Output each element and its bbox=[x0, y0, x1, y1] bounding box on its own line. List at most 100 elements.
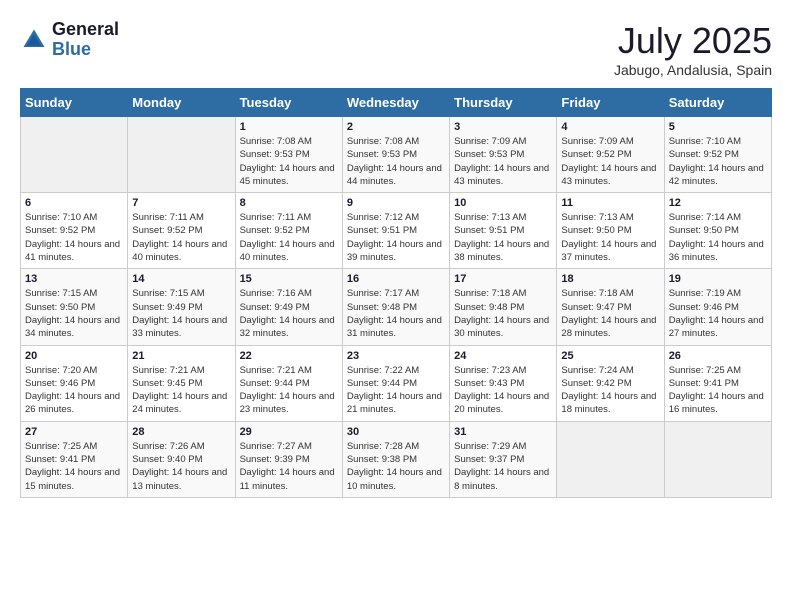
weekday-header-wednesday: Wednesday bbox=[342, 89, 449, 117]
weekday-header-friday: Friday bbox=[557, 89, 664, 117]
day-info: Sunrise: 7:18 AM Sunset: 9:48 PM Dayligh… bbox=[454, 287, 552, 340]
day-cell bbox=[21, 117, 128, 193]
day-number: 12 bbox=[669, 197, 767, 209]
day-info: Sunrise: 7:08 AM Sunset: 9:53 PM Dayligh… bbox=[347, 135, 445, 188]
day-cell: 22Sunrise: 7:21 AM Sunset: 9:44 PM Dayli… bbox=[235, 345, 342, 421]
weekday-header-monday: Monday bbox=[128, 89, 235, 117]
day-info: Sunrise: 7:29 AM Sunset: 9:37 PM Dayligh… bbox=[454, 440, 552, 493]
day-number: 17 bbox=[454, 273, 552, 285]
day-cell: 13Sunrise: 7:15 AM Sunset: 9:50 PM Dayli… bbox=[21, 269, 128, 345]
day-cell: 26 Sunrise: 7:25 AM Sunset: 9:41 PM Dayli… bbox=[664, 345, 771, 421]
day-number: 7 bbox=[132, 197, 230, 209]
day-cell: 27 Sunrise: 7:25 AM Sunset: 9:41 PM Dayli… bbox=[21, 421, 128, 497]
day-info: Sunrise: 7:10 AM Sunset: 9:52 PM Dayligh… bbox=[25, 211, 123, 264]
day-info: Sunrise: 7:09 AM Sunset: 9:52 PM Dayligh… bbox=[561, 135, 659, 188]
day-cell: 8Sunrise: 7:11 AM Sunset: 9:52 PM Daylig… bbox=[235, 193, 342, 269]
calendar-table: SundayMondayTuesdayWednesdayThursdayFrid… bbox=[20, 88, 772, 498]
week-row-3: 13Sunrise: 7:15 AM Sunset: 9:50 PM Dayli… bbox=[21, 269, 772, 345]
day-cell: 2 Sunrise: 7:08 AM Sunset: 9:53 PM Daylig… bbox=[342, 117, 449, 193]
day-cell: 9 Sunrise: 7:12 AM Sunset: 9:51 PM Daylig… bbox=[342, 193, 449, 269]
day-info: Sunrise: 7:21 AM Sunset: 9:44 PM Dayligh… bbox=[240, 364, 338, 417]
week-row-5: 27 Sunrise: 7:25 AM Sunset: 9:41 PM Dayli… bbox=[21, 421, 772, 497]
day-number: 25 bbox=[561, 350, 659, 362]
weekday-header-row: SundayMondayTuesdayWednesdayThursdayFrid… bbox=[21, 89, 772, 117]
day-number: 24 bbox=[454, 350, 552, 362]
day-info: Sunrise: 7:25 AM Sunset: 9:41 PM Dayligh… bbox=[25, 440, 123, 493]
day-info: Sunrise: 7:10 AM Sunset: 9:52 PM Dayligh… bbox=[669, 135, 767, 188]
day-number: 9 bbox=[347, 197, 445, 209]
day-info: Sunrise: 7:13 AM Sunset: 9:50 PM Dayligh… bbox=[561, 211, 659, 264]
day-cell: 24 Sunrise: 7:23 AM Sunset: 9:43 PM Dayli… bbox=[450, 345, 557, 421]
day-info: Sunrise: 7:23 AM Sunset: 9:43 PM Dayligh… bbox=[454, 364, 552, 417]
day-cell: 28Sunrise: 7:26 AM Sunset: 9:40 PM Dayli… bbox=[128, 421, 235, 497]
week-row-4: 20 Sunrise: 7:20 AM Sunset: 9:46 PM Dayli… bbox=[21, 345, 772, 421]
day-cell: 7Sunrise: 7:11 AM Sunset: 9:52 PM Daylig… bbox=[128, 193, 235, 269]
location: Jabugo, Andalusia, Spain bbox=[614, 62, 772, 78]
day-cell: 20 Sunrise: 7:20 AM Sunset: 9:46 PM Dayli… bbox=[21, 345, 128, 421]
day-info: Sunrise: 7:15 AM Sunset: 9:49 PM Dayligh… bbox=[132, 287, 230, 340]
page-header: General Blue July 2025 Jabugo, Andalusia… bbox=[20, 20, 772, 78]
day-cell: 14 Sunrise: 7:15 AM Sunset: 9:49 PM Dayli… bbox=[128, 269, 235, 345]
day-info: Sunrise: 7:17 AM Sunset: 9:48 PM Dayligh… bbox=[347, 287, 445, 340]
day-cell: 19 Sunrise: 7:19 AM Sunset: 9:46 PM Dayli… bbox=[664, 269, 771, 345]
day-number: 21 bbox=[132, 350, 230, 362]
day-number: 4 bbox=[561, 121, 659, 133]
day-info: Sunrise: 7:16 AM Sunset: 9:49 PM Dayligh… bbox=[240, 287, 338, 340]
logo-text: General Blue bbox=[52, 20, 119, 60]
day-number: 13 bbox=[25, 273, 123, 285]
day-number: 23 bbox=[347, 350, 445, 362]
day-cell bbox=[664, 421, 771, 497]
week-row-1: 1 Sunrise: 7:08 AM Sunset: 9:53 PM Daylig… bbox=[21, 117, 772, 193]
day-number: 19 bbox=[669, 273, 767, 285]
day-number: 6 bbox=[25, 197, 123, 209]
day-number: 10 bbox=[454, 197, 552, 209]
weekday-header-saturday: Saturday bbox=[664, 89, 771, 117]
title-block: July 2025 Jabugo, Andalusia, Spain bbox=[614, 20, 772, 78]
day-cell: 18 Sunrise: 7:18 AM Sunset: 9:47 PM Dayli… bbox=[557, 269, 664, 345]
day-number: 20 bbox=[25, 350, 123, 362]
day-number: 26 bbox=[669, 350, 767, 362]
day-cell: 31Sunrise: 7:29 AM Sunset: 9:37 PM Dayli… bbox=[450, 421, 557, 497]
day-info: Sunrise: 7:27 AM Sunset: 9:39 PM Dayligh… bbox=[240, 440, 338, 493]
day-info: Sunrise: 7:28 AM Sunset: 9:38 PM Dayligh… bbox=[347, 440, 445, 493]
day-number: 30 bbox=[347, 426, 445, 438]
day-info: Sunrise: 7:13 AM Sunset: 9:51 PM Dayligh… bbox=[454, 211, 552, 264]
day-info: Sunrise: 7:25 AM Sunset: 9:41 PM Dayligh… bbox=[669, 364, 767, 417]
day-info: Sunrise: 7:24 AM Sunset: 9:42 PM Dayligh… bbox=[561, 364, 659, 417]
day-number: 2 bbox=[347, 121, 445, 133]
day-cell bbox=[557, 421, 664, 497]
day-info: Sunrise: 7:20 AM Sunset: 9:46 PM Dayligh… bbox=[25, 364, 123, 417]
day-number: 1 bbox=[240, 121, 338, 133]
day-cell: 17 Sunrise: 7:18 AM Sunset: 9:48 PM Dayli… bbox=[450, 269, 557, 345]
day-info: Sunrise: 7:14 AM Sunset: 9:50 PM Dayligh… bbox=[669, 211, 767, 264]
day-info: Sunrise: 7:12 AM Sunset: 9:51 PM Dayligh… bbox=[347, 211, 445, 264]
day-cell: 15 Sunrise: 7:16 AM Sunset: 9:49 PM Dayli… bbox=[235, 269, 342, 345]
day-number: 27 bbox=[25, 426, 123, 438]
day-cell: 10 Sunrise: 7:13 AM Sunset: 9:51 PM Dayli… bbox=[450, 193, 557, 269]
logo: General Blue bbox=[20, 20, 119, 60]
logo-blue: Blue bbox=[52, 40, 119, 60]
day-info: Sunrise: 7:18 AM Sunset: 9:47 PM Dayligh… bbox=[561, 287, 659, 340]
day-info: Sunrise: 7:19 AM Sunset: 9:46 PM Dayligh… bbox=[669, 287, 767, 340]
day-info: Sunrise: 7:21 AM Sunset: 9:45 PM Dayligh… bbox=[132, 364, 230, 417]
day-number: 15 bbox=[240, 273, 338, 285]
day-cell: 30 Sunrise: 7:28 AM Sunset: 9:38 PM Dayli… bbox=[342, 421, 449, 497]
day-number: 29 bbox=[240, 426, 338, 438]
month-year: July 2025 bbox=[614, 20, 772, 62]
day-cell: 25 Sunrise: 7:24 AM Sunset: 9:42 PM Dayli… bbox=[557, 345, 664, 421]
day-number: 11 bbox=[561, 197, 659, 209]
day-info: Sunrise: 7:22 AM Sunset: 9:44 PM Dayligh… bbox=[347, 364, 445, 417]
day-cell: 5 Sunrise: 7:10 AM Sunset: 9:52 PM Daylig… bbox=[664, 117, 771, 193]
day-cell: 4 Sunrise: 7:09 AM Sunset: 9:52 PM Daylig… bbox=[557, 117, 664, 193]
day-number: 14 bbox=[132, 273, 230, 285]
day-number: 18 bbox=[561, 273, 659, 285]
week-row-2: 6 Sunrise: 7:10 AM Sunset: 9:52 PM Daylig… bbox=[21, 193, 772, 269]
day-cell bbox=[128, 117, 235, 193]
day-number: 5 bbox=[669, 121, 767, 133]
day-cell: 21 Sunrise: 7:21 AM Sunset: 9:45 PM Dayli… bbox=[128, 345, 235, 421]
day-cell: 23 Sunrise: 7:22 AM Sunset: 9:44 PM Dayli… bbox=[342, 345, 449, 421]
day-cell: 29 Sunrise: 7:27 AM Sunset: 9:39 PM Dayli… bbox=[235, 421, 342, 497]
logo-general: General bbox=[52, 20, 119, 40]
day-info: Sunrise: 7:09 AM Sunset: 9:53 PM Dayligh… bbox=[454, 135, 552, 188]
day-cell: 3Sunrise: 7:09 AM Sunset: 9:53 PM Daylig… bbox=[450, 117, 557, 193]
